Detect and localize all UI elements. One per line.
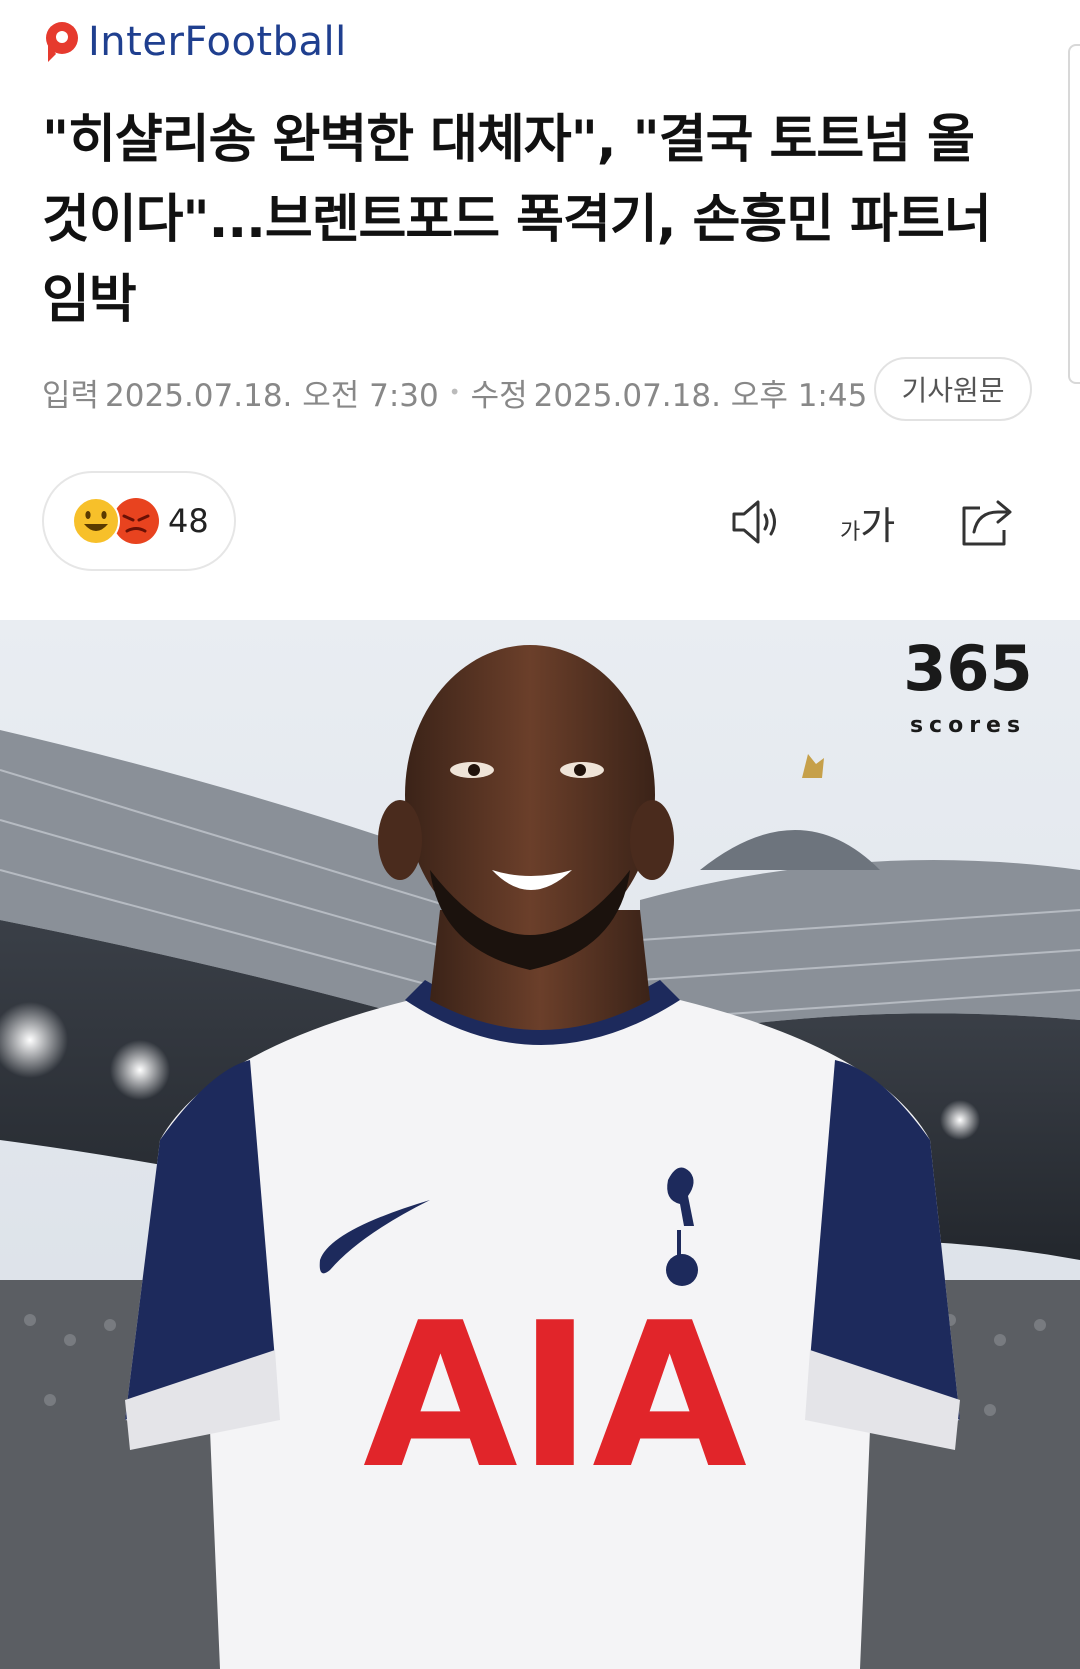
article-photo: AIA 365 scores <box>0 620 1080 1669</box>
reaction-button[interactable]: 48 <box>42 471 236 571</box>
speaker-icon <box>732 500 776 544</box>
article-dates: 입력 2025.07.18. 오전 7:30 • 수정 2025.07.18. … <box>42 368 867 416</box>
watermark-number: 365 <box>903 632 1032 705</box>
text-to-speech-button[interactable] <box>728 490 784 554</box>
smile-emoji-icon <box>72 497 120 545</box>
modified-label: 수정 <box>470 377 528 414</box>
font-size-small-label: 가 <box>840 519 861 545</box>
logo-text: InterFootball <box>88 19 347 65</box>
font-size-icon: 가가 <box>840 495 895 550</box>
jersey-sponsor: AIA <box>363 1280 747 1513</box>
reaction-count: 48 <box>168 502 209 540</box>
published-label: 입력 <box>42 377 100 414</box>
logo-p-mark-icon <box>42 20 82 64</box>
modified-date: 2025.07.18. 오후 1:45 <box>533 377 868 414</box>
meta-separator: • <box>448 380 461 404</box>
site-logo[interactable]: InterFootball <box>42 12 347 72</box>
watermark-text: scores <box>910 713 1026 738</box>
font-size-large-label: 가 <box>860 503 896 548</box>
share-icon <box>962 500 1012 546</box>
share-button[interactable] <box>958 490 1016 554</box>
scroll-indicator[interactable] <box>1068 44 1080 384</box>
floodlight <box>940 1100 980 1140</box>
font-size-button[interactable]: 가가 <box>840 490 895 554</box>
reaction-emojis <box>70 496 162 546</box>
article-title: "히샬리송 완벽한 대체자", "결국 토트넘 올 것이다"...브렌트포드 폭… <box>42 110 992 330</box>
published-date: 2025.07.18. 오전 7:30 <box>105 377 439 414</box>
original-article-button[interactable]: 기사원문 <box>874 357 1032 421</box>
floodlight <box>110 1040 170 1100</box>
